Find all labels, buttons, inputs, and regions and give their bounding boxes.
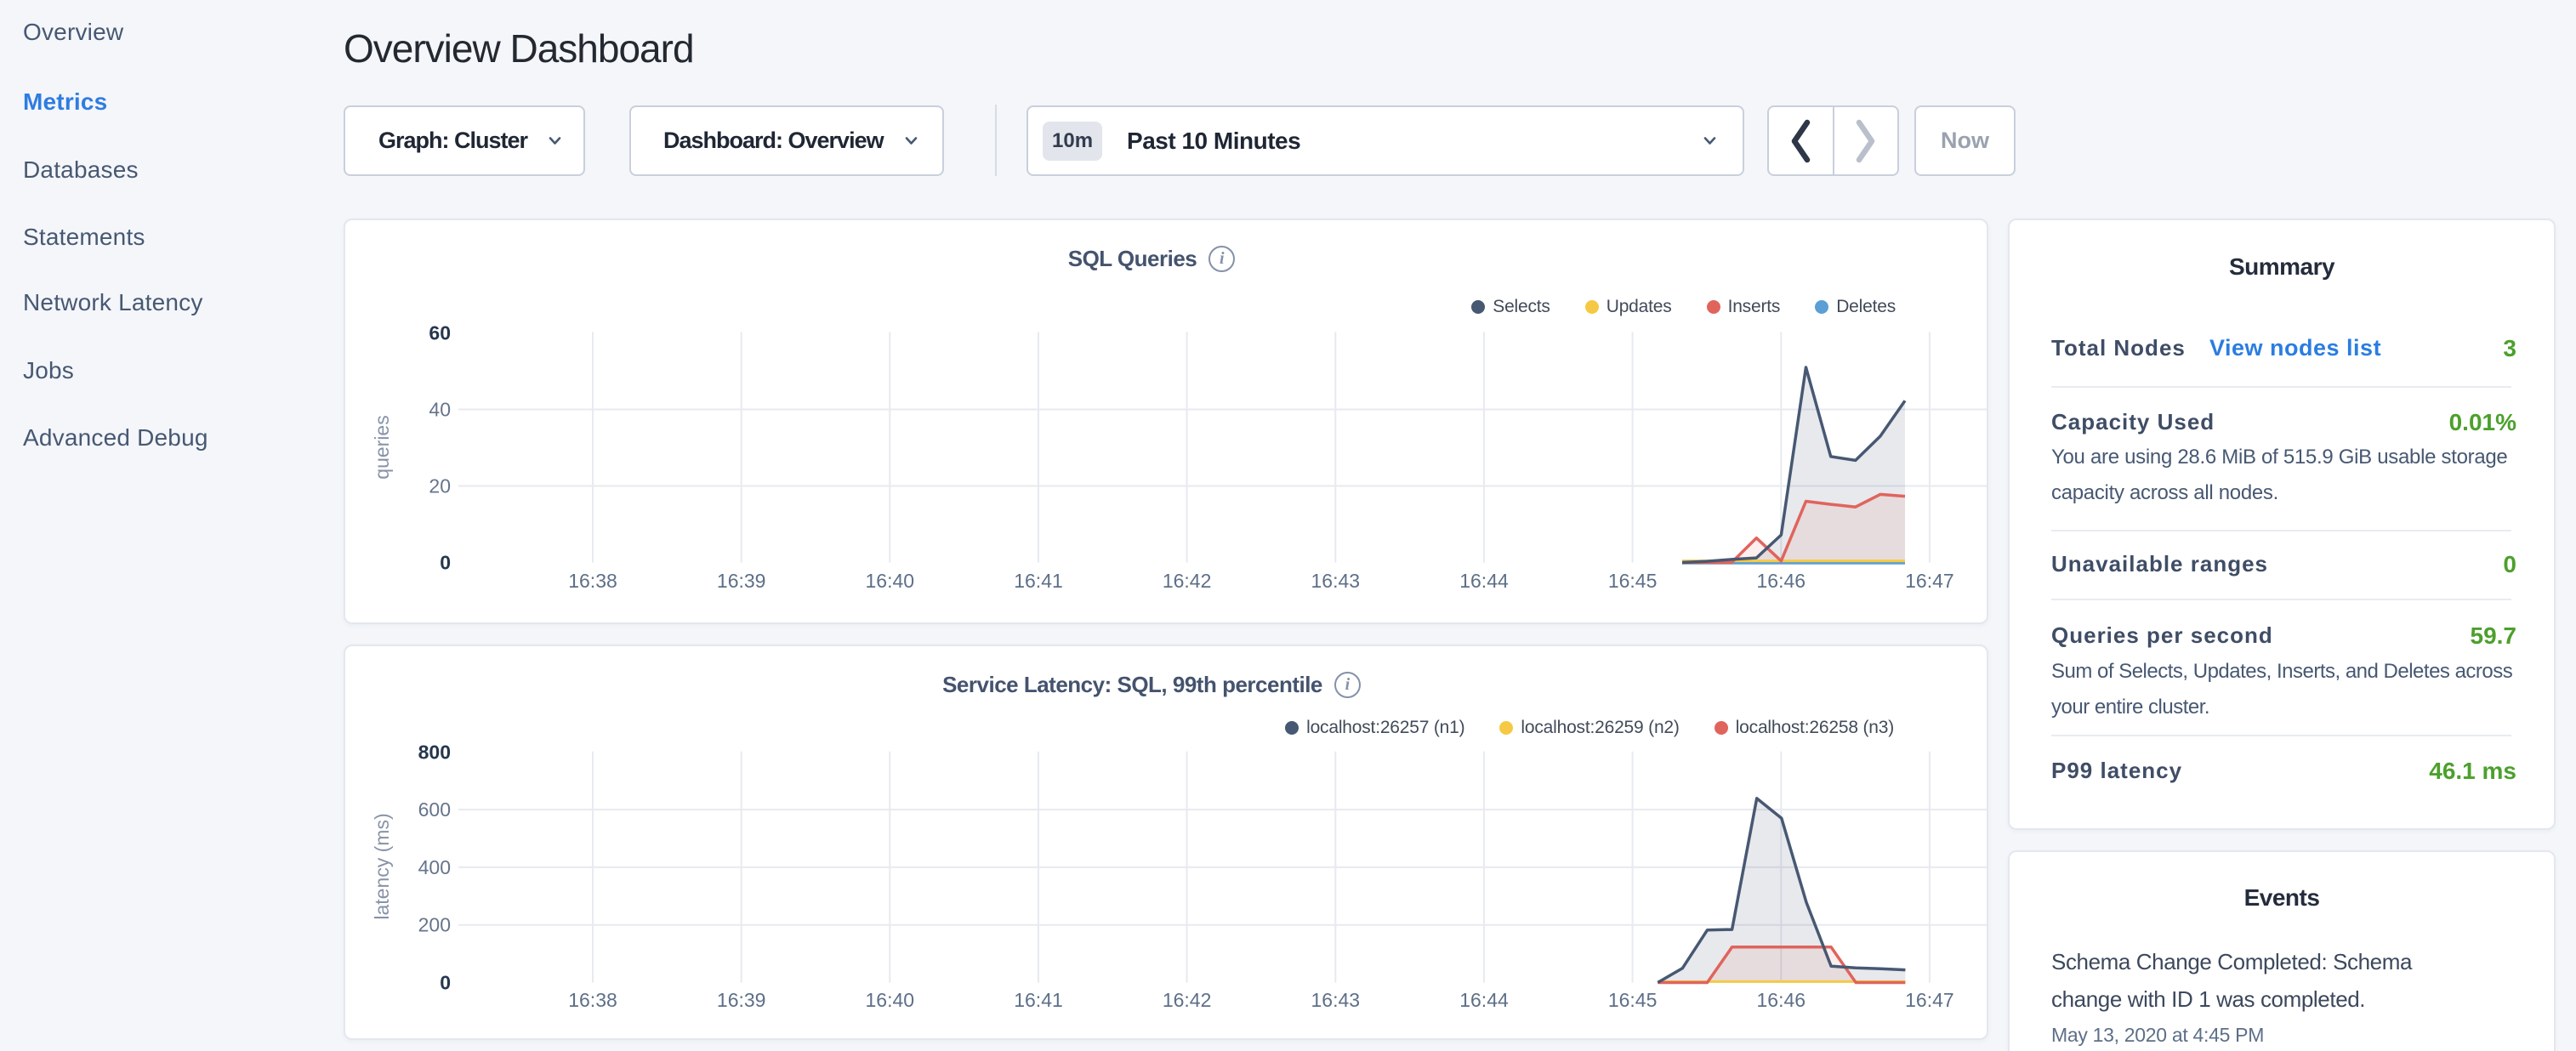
svg-text:16:40: 16:40 bbox=[866, 570, 915, 592]
svg-text:16:47: 16:47 bbox=[1905, 989, 1954, 1011]
svg-text:16:44: 16:44 bbox=[1459, 989, 1509, 1011]
svg-text:800: 800 bbox=[418, 741, 451, 763]
svg-text:16:40: 16:40 bbox=[866, 989, 915, 1011]
svg-text:16:43: 16:43 bbox=[1311, 989, 1361, 1011]
svg-text:20: 20 bbox=[429, 475, 451, 497]
svg-text:600: 600 bbox=[418, 798, 451, 821]
svg-text:0: 0 bbox=[440, 972, 451, 994]
svg-text:16:47: 16:47 bbox=[1905, 570, 1954, 592]
svg-text:16:42: 16:42 bbox=[1163, 989, 1212, 1011]
svg-text:16:39: 16:39 bbox=[717, 570, 766, 592]
svg-text:16:46: 16:46 bbox=[1757, 570, 1806, 592]
svg-text:16:38: 16:38 bbox=[568, 989, 617, 1011]
svg-text:16:42: 16:42 bbox=[1163, 570, 1212, 592]
svg-text:queries: queries bbox=[371, 415, 393, 479]
svg-text:0: 0 bbox=[440, 552, 451, 574]
svg-text:40: 40 bbox=[429, 399, 451, 421]
svg-text:16:45: 16:45 bbox=[1608, 570, 1658, 592]
svg-text:latency (ms): latency (ms) bbox=[371, 813, 393, 919]
svg-text:16:46: 16:46 bbox=[1757, 989, 1806, 1011]
svg-text:16:41: 16:41 bbox=[1014, 570, 1063, 592]
svg-text:16:38: 16:38 bbox=[568, 570, 617, 592]
svg-text:16:39: 16:39 bbox=[717, 989, 766, 1011]
svg-text:60: 60 bbox=[429, 322, 451, 344]
svg-text:16:44: 16:44 bbox=[1459, 570, 1509, 592]
svg-text:16:45: 16:45 bbox=[1608, 989, 1658, 1011]
svg-text:400: 400 bbox=[418, 856, 451, 878]
svg-text:200: 200 bbox=[418, 914, 451, 936]
svg-text:16:43: 16:43 bbox=[1311, 570, 1361, 592]
svg-text:16:41: 16:41 bbox=[1014, 989, 1063, 1011]
